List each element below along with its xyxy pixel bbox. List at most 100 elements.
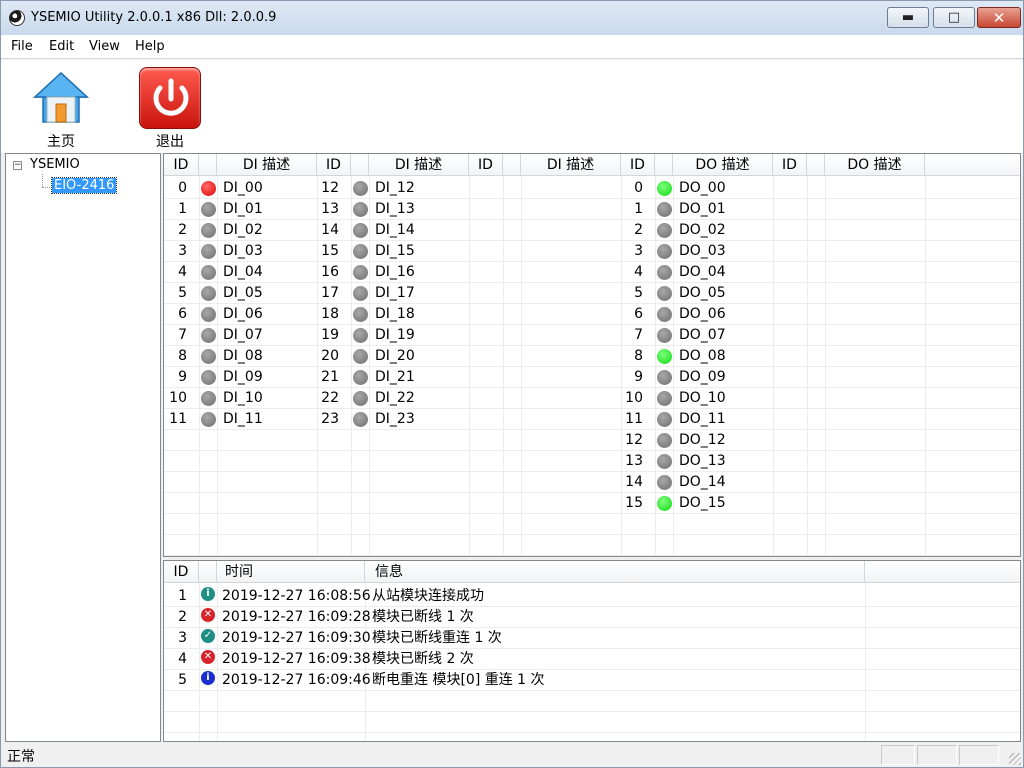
io-name: DI_17 [375, 285, 415, 301]
io-name: DI_10 [223, 390, 263, 406]
io-state-indicator-icon [201, 181, 216, 196]
io-id: 14 [625, 474, 643, 490]
col-header-id[interactable]: ID [469, 154, 503, 176]
col-header-id[interactable]: ID [773, 154, 807, 176]
io-id: 1 [178, 201, 187, 217]
io-name: DO_12 [679, 432, 726, 448]
resize-grip[interactable] [1009, 753, 1021, 765]
log-time: 2019-12-27 16:09:38 [222, 651, 371, 667]
col-header-id[interactable]: ID [621, 154, 655, 176]
exit-button[interactable]: 退出 [135, 60, 205, 153]
toolbar: 主页 退出 [1, 60, 1023, 153]
io-state-indicator-icon [353, 370, 368, 385]
io-state-indicator-icon [353, 202, 368, 217]
row-separator [164, 198, 1020, 199]
io-state-indicator-icon [201, 244, 216, 259]
io-id: 10 [625, 390, 643, 406]
col-header-di-desc[interactable]: DI 描述 [217, 154, 317, 176]
menu-help[interactable]: Help [135, 39, 165, 54]
menu-file[interactable]: File [11, 39, 33, 54]
col-header-state[interactable] [199, 154, 217, 176]
io-status-table: ID DI 描述 ID DI 描述 ID DI 描述 ID DO 描述 ID D… [163, 153, 1021, 557]
row-separator [164, 387, 1020, 388]
io-name: DO_07 [679, 327, 726, 343]
io-id: 8 [634, 348, 643, 364]
app-window: YSEMIO Utility 2.0.0.1 x86 Dll: 2.0.0.9 … [0, 0, 1024, 768]
col-header-di-desc[interactable]: DI 描述 [369, 154, 469, 176]
io-state-indicator-icon [201, 307, 216, 322]
io-id: 9 [634, 369, 643, 385]
io-id: 3 [178, 243, 187, 259]
io-state-indicator-icon [201, 328, 216, 343]
tree-item-eio-2416[interactable]: EIO-2416 [50, 177, 118, 194]
row-separator [164, 555, 1020, 556]
col-header-do-desc[interactable]: DO 描述 [825, 154, 925, 176]
io-id: 4 [178, 264, 187, 280]
io-state-indicator-icon [657, 202, 672, 217]
io-name: DI_12 [375, 180, 415, 196]
col-header-di-desc[interactable]: DI 描述 [521, 154, 621, 176]
row-separator [164, 282, 1020, 283]
log-message: 模块已断线重连 1 次 [372, 630, 502, 646]
io-name: DI_08 [223, 348, 263, 364]
row-separator [164, 324, 1020, 325]
log-id: 3 [178, 630, 187, 646]
tree-root-ysemio[interactable]: YSEMIO [30, 157, 80, 172]
row-separator [164, 366, 1020, 367]
io-state-indicator-icon [353, 307, 368, 322]
col-header-state[interactable] [503, 154, 521, 176]
minimize-button[interactable]: ▬ [887, 7, 929, 28]
maximize-icon: □ [947, 10, 961, 25]
home-icon [33, 71, 89, 123]
row-separator [164, 429, 1020, 430]
log-header-icon[interactable] [199, 561, 217, 583]
io-name: DI_15 [375, 243, 415, 259]
io-id: 6 [178, 306, 187, 322]
io-name: DO_02 [679, 222, 726, 238]
row-separator [164, 732, 1020, 733]
io-id: 1 [634, 201, 643, 217]
col-header-id[interactable]: ID [317, 154, 351, 176]
header-filler [865, 561, 1020, 583]
minimize-icon: ▬ [901, 10, 915, 25]
io-name: DO_11 [679, 411, 726, 427]
io-id: 2 [178, 222, 187, 238]
io-id: 13 [625, 453, 643, 469]
io-state-indicator-icon [657, 307, 672, 322]
col-header-state[interactable] [655, 154, 673, 176]
row-separator [164, 513, 1020, 514]
title-bar[interactable]: YSEMIO Utility 2.0.0.1 x86 Dll: 2.0.0.9 … [1, 1, 1023, 35]
menu-edit[interactable]: Edit [49, 39, 74, 54]
io-name: DI_21 [375, 369, 415, 385]
tree-connector [42, 174, 43, 187]
col-header-state[interactable] [351, 154, 369, 176]
maximize-button[interactable]: □ [933, 7, 975, 28]
col-header-do-desc[interactable]: DO 描述 [673, 154, 773, 176]
home-button[interactable]: 主页 [27, 60, 95, 153]
io-id: 20 [321, 348, 339, 364]
info-blue-icon: i [201, 671, 215, 685]
tree-collapse-icon[interactable]: − [13, 161, 22, 170]
io-name: DI_05 [223, 285, 263, 301]
io-id: 12 [625, 432, 643, 448]
menu-view[interactable]: View [89, 39, 120, 54]
io-state-indicator-icon [353, 412, 368, 427]
log-header-id[interactable]: ID [164, 561, 199, 583]
col-header-state[interactable] [807, 154, 825, 176]
log-header-time[interactable]: 时间 [217, 561, 365, 583]
log-header-info[interactable]: 信息 [365, 561, 865, 583]
io-id: 19 [321, 327, 339, 343]
io-id: 3 [634, 243, 643, 259]
io-state-indicator-icon [657, 349, 672, 364]
close-button[interactable]: ✕ [977, 7, 1021, 28]
status-bar: 正常 [1, 742, 1023, 767]
col-header-id[interactable]: ID [164, 154, 199, 176]
io-id: 9 [178, 369, 187, 385]
io-name: DI_01 [223, 201, 263, 217]
io-id: 23 [321, 411, 339, 427]
io-id: 15 [625, 495, 643, 511]
io-name: DI_13 [375, 201, 415, 217]
row-separator [164, 534, 1020, 535]
error-icon: ✕ [201, 608, 215, 622]
io-name: DO_01 [679, 201, 726, 217]
